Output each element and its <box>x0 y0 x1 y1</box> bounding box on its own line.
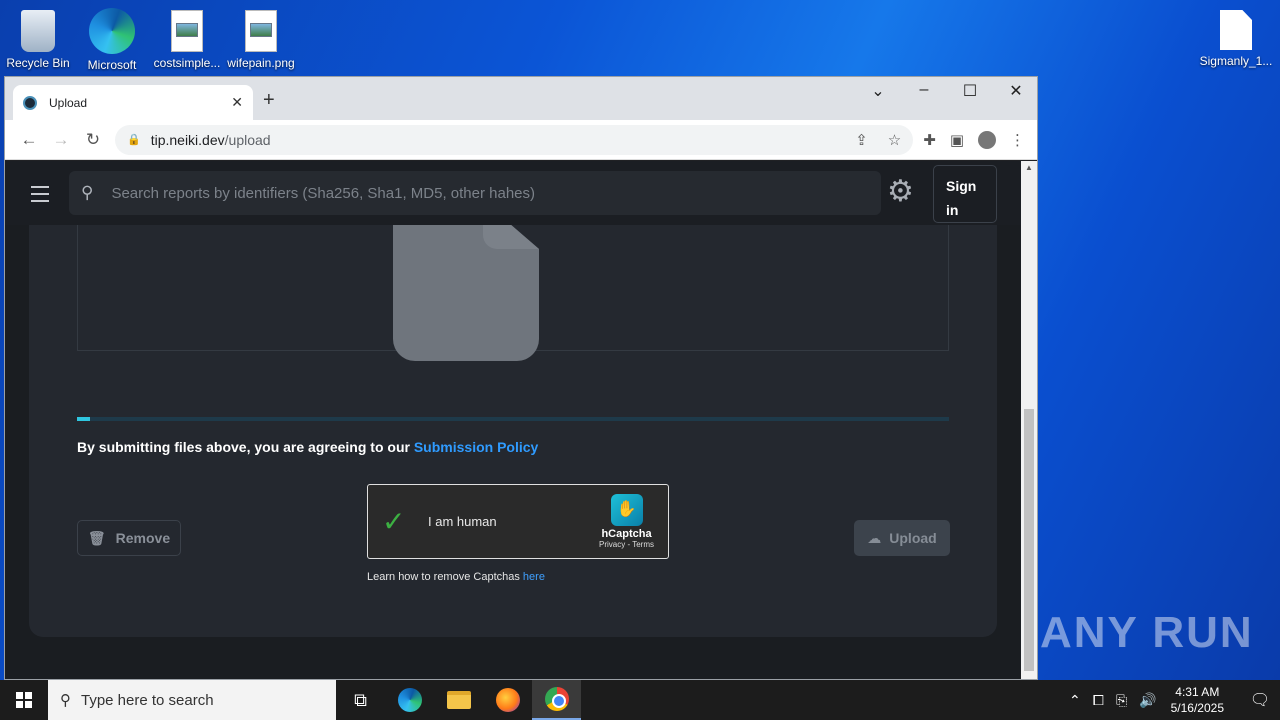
desktop-icon-label: Recycle Bin <box>6 56 70 70</box>
clock[interactable]: 4:31 AM 5/16/2025 <box>1171 684 1224 716</box>
upload-label: Upload <box>889 530 937 546</box>
desktop-icon-wifepain[interactable]: wifepain.png <box>223 4 299 70</box>
network-icon[interactable]: ⎘ <box>1116 692 1127 709</box>
hcaptcha-logo-icon: ✋ <box>610 494 643 526</box>
captcha-help-text: Learn how to remove Captchas <box>367 571 523 583</box>
folder-icon <box>446 691 471 709</box>
upload-button[interactable]: ☁ Upload <box>854 520 950 556</box>
forward-arrow-icon[interactable]: → <box>45 130 77 150</box>
report-search-input[interactable] <box>111 184 869 202</box>
tab-upload[interactable]: Upload ✕ <box>13 85 253 120</box>
start-button[interactable] <box>0 680 48 720</box>
clock-date: 5/16/2025 <box>1170 701 1224 715</box>
desktop-icon-label: wifepain.png <box>227 56 295 70</box>
url-path: /upload <box>224 131 271 148</box>
desktop-icon-costsimple[interactable]: costsimple... <box>149 4 225 70</box>
search-icon: ⚲ <box>81 183 94 202</box>
hcaptcha-branding: ✋ hCaptcha Privacy - Terms <box>599 494 654 549</box>
taskbar-search-box[interactable]: ⚲ Type here to search <box>48 680 336 720</box>
remove-button[interactable]: 🗑 Remove <box>77 520 181 556</box>
image-file-icon <box>171 10 203 52</box>
report-search-bar: ⚲ <box>69 171 881 215</box>
volume-icon[interactable]: 🔊 <box>1139 692 1156 709</box>
trash-icon: 🗑 <box>87 529 106 546</box>
captcha-help-link[interactable]: here <box>523 571 545 583</box>
lock-icon: 🔒 <box>127 134 141 146</box>
taskbar-file-explorer[interactable] <box>434 680 483 720</box>
desktop-icon-sigmanly[interactable]: Sigmanly_1... <box>1198 4 1274 68</box>
site-header: ⚲ ⚙ Sign in <box>5 161 1021 225</box>
task-view-icon[interactable]: ⧉ <box>336 680 385 720</box>
chrome-icon <box>544 687 569 711</box>
extensions-puzzle-icon[interactable]: ✚ <box>923 131 936 149</box>
tab-strip: Upload ✕ + ⌄ – ☐ ✕ <box>5 77 1037 120</box>
show-hidden-icons-chevron-icon[interactable]: ⌃ <box>1069 692 1081 709</box>
submission-policy-link[interactable]: Submission Policy <box>414 439 538 455</box>
recycle-bin-icon <box>21 10 55 52</box>
scroll-up-arrow-icon[interactable]: ▲ <box>1025 163 1033 172</box>
system-tray: ⌃ ⧠ ⎘ 🔊 4:31 AM 5/16/2025 🗨 <box>1069 680 1280 720</box>
policy-text: By submitting files above, you are agree… <box>77 439 414 455</box>
scrollbar-thumb[interactable] <box>1024 409 1034 671</box>
policy-notice: By submitting files above, you are agree… <box>77 439 538 455</box>
menu-kebab-icon[interactable]: ⋮ <box>1010 131 1025 149</box>
bookmark-star-icon[interactable]: ☆ <box>888 131 901 149</box>
upload-progress-bar <box>77 417 949 421</box>
desktop-icon-edge[interactable]: Microsoft <box>74 2 150 72</box>
browser-window: Upload ✕ + ⌄ – ☐ ✕ ← → ↻ 🔒 tip.neiki.dev… <box>4 76 1038 680</box>
minimize-button[interactable]: – <box>901 81 947 99</box>
address-bar[interactable]: 🔒 tip.neiki.dev/upload ⇪ ☆ <box>115 124 914 155</box>
back-arrow-icon[interactable]: ← <box>13 130 45 150</box>
search-icon: ⚲ <box>60 692 71 709</box>
desktop-icon-label: costsimple... <box>153 56 221 70</box>
progress-fill <box>77 417 91 421</box>
firefox-icon <box>495 688 520 712</box>
profile-avatar-icon[interactable] <box>978 130 996 149</box>
edge-icon <box>89 8 135 54</box>
image-file-icon <box>245 10 277 52</box>
url-host: tip.neiki.dev <box>150 131 225 148</box>
side-panel-icon[interactable]: ▣ <box>950 131 964 149</box>
site-favicon-icon <box>23 95 37 110</box>
cloud-upload-icon: ☁ <box>867 529 882 546</box>
settings-gear-icon[interactable]: ⚙ <box>887 177 914 207</box>
sign-in-button[interactable]: Sign in <box>933 165 997 223</box>
hcaptcha-widget[interactable]: ✓ I am human ✋ hCaptcha Privacy - Terms <box>367 484 669 559</box>
hcaptcha-name: hCaptcha <box>601 528 652 540</box>
upload-card: By submitting files above, you are agree… <box>29 161 997 637</box>
notification-icon[interactable]: 🗨 <box>1240 690 1280 710</box>
tab-title: Upload <box>49 95 88 110</box>
browser-toolbar: ← → ↻ 🔒 tip.neiki.dev/upload ⇪ ☆ ✚ ▣ ⋮ <box>5 120 1037 160</box>
close-window-button[interactable]: ✕ <box>993 81 1037 101</box>
desktop-icon-label: Sigmanly_1... <box>1199 54 1273 68</box>
maximize-button[interactable]: ☐ <box>947 81 993 101</box>
anyrun-watermark: ANY RUN <box>1040 608 1254 657</box>
new-tab-button[interactable]: + <box>263 89 275 112</box>
taskbar-chrome[interactable] <box>532 680 581 720</box>
page-scrollbar[interactable]: ▲ <box>1021 161 1037 679</box>
windows-logo-icon <box>16 692 32 708</box>
captcha-label: I am human <box>428 514 497 529</box>
edge-icon <box>397 688 422 712</box>
file-icon <box>1220 10 1252 50</box>
tab-search-chevron-icon[interactable]: ⌄ <box>855 81 901 101</box>
hcaptcha-links[interactable]: Privacy - Terms <box>599 540 654 549</box>
hamburger-menu-icon[interactable] <box>31 186 49 207</box>
captcha-help: Learn how to remove Captchas here <box>367 571 545 583</box>
reload-icon[interactable]: ↻ <box>77 130 109 150</box>
taskbar-edge[interactable] <box>385 680 434 720</box>
taskbar: ⚲ Type here to search ⧉ ⌃ ⧠ ⎘ 🔊 4:31 AM … <box>0 680 1280 720</box>
device-icon[interactable]: ⧠ <box>1093 692 1104 709</box>
desktop-icon-recycle-bin[interactable]: Recycle Bin <box>0 4 76 70</box>
taskbar-search-placeholder: Type here to search <box>81 691 214 709</box>
checkmark-icon[interactable]: ✓ <box>382 505 416 538</box>
clock-time: 4:31 AM <box>1175 685 1220 699</box>
tab-close-icon[interactable]: ✕ <box>231 94 243 111</box>
share-icon[interactable]: ⇪ <box>855 131 868 149</box>
taskbar-firefox[interactable] <box>483 680 532 720</box>
desktop-icon-label: Microsoft <box>87 58 137 72</box>
remove-label: Remove <box>115 530 171 546</box>
page-content: By submitting files above, you are agree… <box>5 161 1021 679</box>
